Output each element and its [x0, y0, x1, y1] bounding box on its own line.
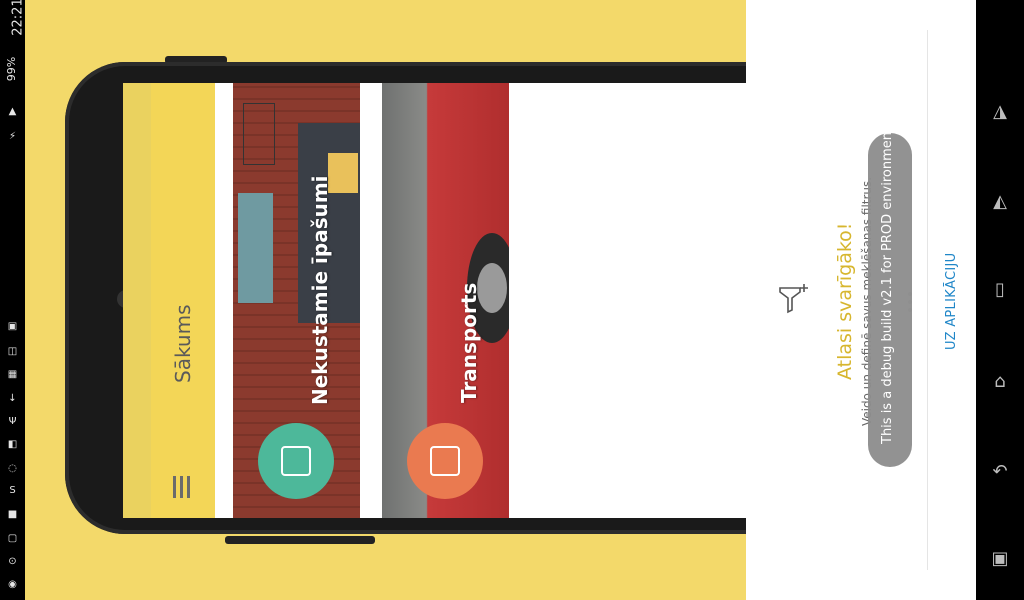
decor-lamp	[243, 103, 275, 165]
charging-icon: ⚡	[8, 131, 17, 142]
divider	[927, 30, 928, 570]
gallery-icon: ■	[7, 509, 18, 520]
signal-icon: ▲	[8, 106, 17, 117]
category-card-transport: Transports	[382, 83, 509, 518]
settings-icon: ⊙	[8, 556, 17, 567]
messenger-icon: ◌	[8, 463, 17, 474]
battery-indicator: 99%	[5, 56, 19, 82]
phone-power-button	[225, 536, 375, 544]
app-title: Sākums	[171, 304, 195, 384]
recents-icon[interactable]: ▯	[988, 274, 1012, 304]
filter-plus-icon	[779, 284, 808, 314]
home-icon[interactable]: ⌂	[988, 366, 1012, 396]
gallery-icon: ▦	[7, 369, 18, 380]
flashlight-on-icon[interactable]: ◮	[988, 96, 1012, 126]
android-icon: ◉	[8, 579, 17, 590]
usb-icon: Ψ	[8, 416, 17, 427]
card-label-transport: Transports	[457, 282, 481, 403]
app-bar-shade	[123, 83, 151, 518]
decor-frames	[238, 193, 273, 303]
go-to-app-button[interactable]: UZ APLIKĀCIJU	[944, 253, 959, 350]
car-icon	[430, 446, 460, 476]
app-bar: Sākums	[123, 83, 215, 518]
flashlight-icon[interactable]: ◭	[988, 186, 1012, 216]
alarm-icon: ▣	[7, 321, 18, 332]
category-card-real-estate: Nekustamie īpašumi	[233, 83, 360, 518]
decor-hubcap	[477, 263, 507, 313]
screenshot-icon[interactable]: ▣	[988, 543, 1012, 573]
real-estate-fab	[258, 423, 334, 499]
skype-icon: S	[9, 485, 16, 496]
house-icon	[281, 446, 311, 476]
transport-fab	[407, 423, 483, 499]
messenger-icon: ◫	[7, 346, 18, 357]
photo-icon: ▢	[7, 533, 18, 544]
hamburger-menu-icon	[173, 476, 191, 498]
decor-pillow	[328, 153, 358, 193]
debug-toast: This is a debug build v2.1 for PROD envi…	[868, 127, 912, 467]
onboarding-title: Atlasi svarīgāko!	[834, 222, 856, 380]
status-bar: 22:21 99% ▲ ⚡ ▣ ◫ ▦ ↓ Ψ ◧ ◌ S ■ ▢ ⊙ ◉	[0, 0, 26, 600]
download-icon: ↓	[8, 393, 17, 404]
card-label-real-estate: Nekustamie īpašumi	[308, 175, 332, 405]
debug-toast-text: This is a debug build v2.1 for PROD envi…	[880, 126, 895, 444]
status-time: 22:21	[10, 0, 26, 36]
navigation-bar: ◮ ◭ ▯ ⌂ ↶ ▣	[976, 0, 1024, 600]
notification-icon: ◧	[7, 439, 18, 450]
phone-screen: Sākums Nekustamie īpašumi Transports	[123, 83, 746, 518]
back-icon[interactable]: ↶	[988, 456, 1012, 486]
onboarding-panel: Atlasi svarīgāko! Veido un definē savus …	[746, 0, 976, 600]
